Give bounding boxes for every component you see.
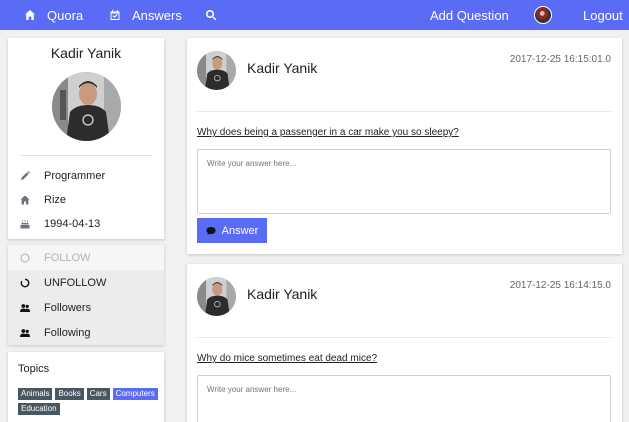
nav-user-avatar[interactable]	[534, 0, 552, 30]
question-title-link[interactable]: Why does being a passenger in a car make…	[197, 127, 459, 138]
followers-link[interactable]: Followers	[8, 295, 164, 320]
profile-occupation: Programmer	[20, 168, 105, 184]
add-question-link[interactable]: Add Question	[430, 0, 509, 30]
question-author[interactable]: Kadir Yanik	[247, 286, 317, 302]
profile-avatar	[52, 72, 121, 141]
answer-input[interactable]	[197, 149, 611, 214]
author-avatar[interactable]	[197, 277, 236, 316]
circle-notch-icon	[20, 278, 30, 287]
home-icon	[20, 195, 30, 205]
nav-brand-label: Quora	[47, 7, 84, 23]
add-question-label: Add Question	[430, 7, 509, 23]
profile-occupation-text: Programmer	[44, 170, 106, 182]
avatar	[534, 6, 552, 24]
question-divider	[197, 111, 611, 112]
answer-button-label: Answer	[221, 224, 259, 237]
question-card: Kadir Yanik 2017-12-25 16:15:01.0 Why do…	[187, 38, 622, 254]
profile-divider	[20, 155, 152, 156]
following-label: Following	[44, 326, 91, 339]
logout-label: Logout	[583, 7, 623, 23]
comment-icon	[206, 226, 216, 235]
follow-button[interactable]: FOLLOW	[8, 245, 164, 270]
answer-button[interactable]: Answer	[197, 218, 267, 243]
users-icon	[20, 303, 30, 312]
author-photo	[197, 277, 236, 316]
search-icon	[205, 10, 217, 21]
profile-name: Kadir Yanik	[50, 45, 122, 61]
topics-title: Topics	[18, 363, 50, 375]
nav-search-button[interactable]	[205, 0, 217, 30]
answer-input[interactable]	[197, 375, 611, 422]
calendar-check-icon	[110, 10, 120, 20]
topic-tag-animals[interactable]: Animals	[18, 388, 53, 400]
question-date: 2017-12-25 16:15:01.0	[509, 54, 611, 65]
follow-label: FOLLOW	[44, 251, 91, 264]
profile-location: Rize	[20, 192, 66, 208]
question-divider	[197, 337, 611, 338]
topic-tag-education[interactable]: Education	[18, 403, 60, 415]
topic-tags: Animals Books Cars Computers Education	[18, 388, 158, 415]
question-date: 2017-12-25 16:14:15.0	[509, 280, 611, 291]
profile-photo	[52, 72, 121, 141]
question-title-link[interactable]: Why do mice sometimes eat dead mice?	[197, 353, 377, 364]
logout-link[interactable]: Logout	[583, 0, 623, 30]
following-link[interactable]: Following	[8, 320, 164, 345]
topic-tag-computers[interactable]: Computers	[112, 388, 158, 400]
question-author[interactable]: Kadir Yanik	[247, 60, 317, 76]
top-navbar: Quora Answers Add Question Logout	[0, 0, 629, 30]
topic-tag-cars[interactable]: Cars	[86, 388, 110, 400]
profile-birthdate-text: 1994-04-13	[44, 218, 101, 230]
profile-location-text: Rize	[44, 194, 67, 206]
users-icon	[20, 328, 30, 337]
nav-answers-label: Answers	[132, 7, 182, 23]
birthday-cake-icon	[20, 220, 30, 229]
unfollow-button[interactable]: UNFOLLOW	[8, 270, 164, 295]
pencil-icon	[21, 171, 30, 180]
question-card: Kadir Yanik 2017-12-25 16:14:15.0 Why do…	[187, 264, 622, 422]
home-icon	[25, 10, 35, 20]
author-photo	[197, 51, 236, 90]
nav-answers-link[interactable]: Answers	[109, 0, 182, 30]
unfollow-label: UNFOLLOW	[44, 276, 107, 289]
followers-label: Followers	[44, 301, 92, 314]
follow-menu: FOLLOW UNFOLLOW Followers Following	[8, 245, 164, 345]
topic-tag-books[interactable]: Books	[55, 388, 84, 400]
profile-birthdate: 1994-04-13	[20, 216, 100, 232]
author-avatar[interactable]	[197, 51, 236, 90]
profile-card: Kadir Yanik Programmer Rize 1994-04-13	[8, 38, 164, 239]
circle-outline-icon	[20, 252, 30, 263]
nav-brand-link[interactable]: Quora	[24, 0, 83, 30]
topics-card: Topics Animals Books Cars Computers Educ…	[8, 352, 164, 422]
